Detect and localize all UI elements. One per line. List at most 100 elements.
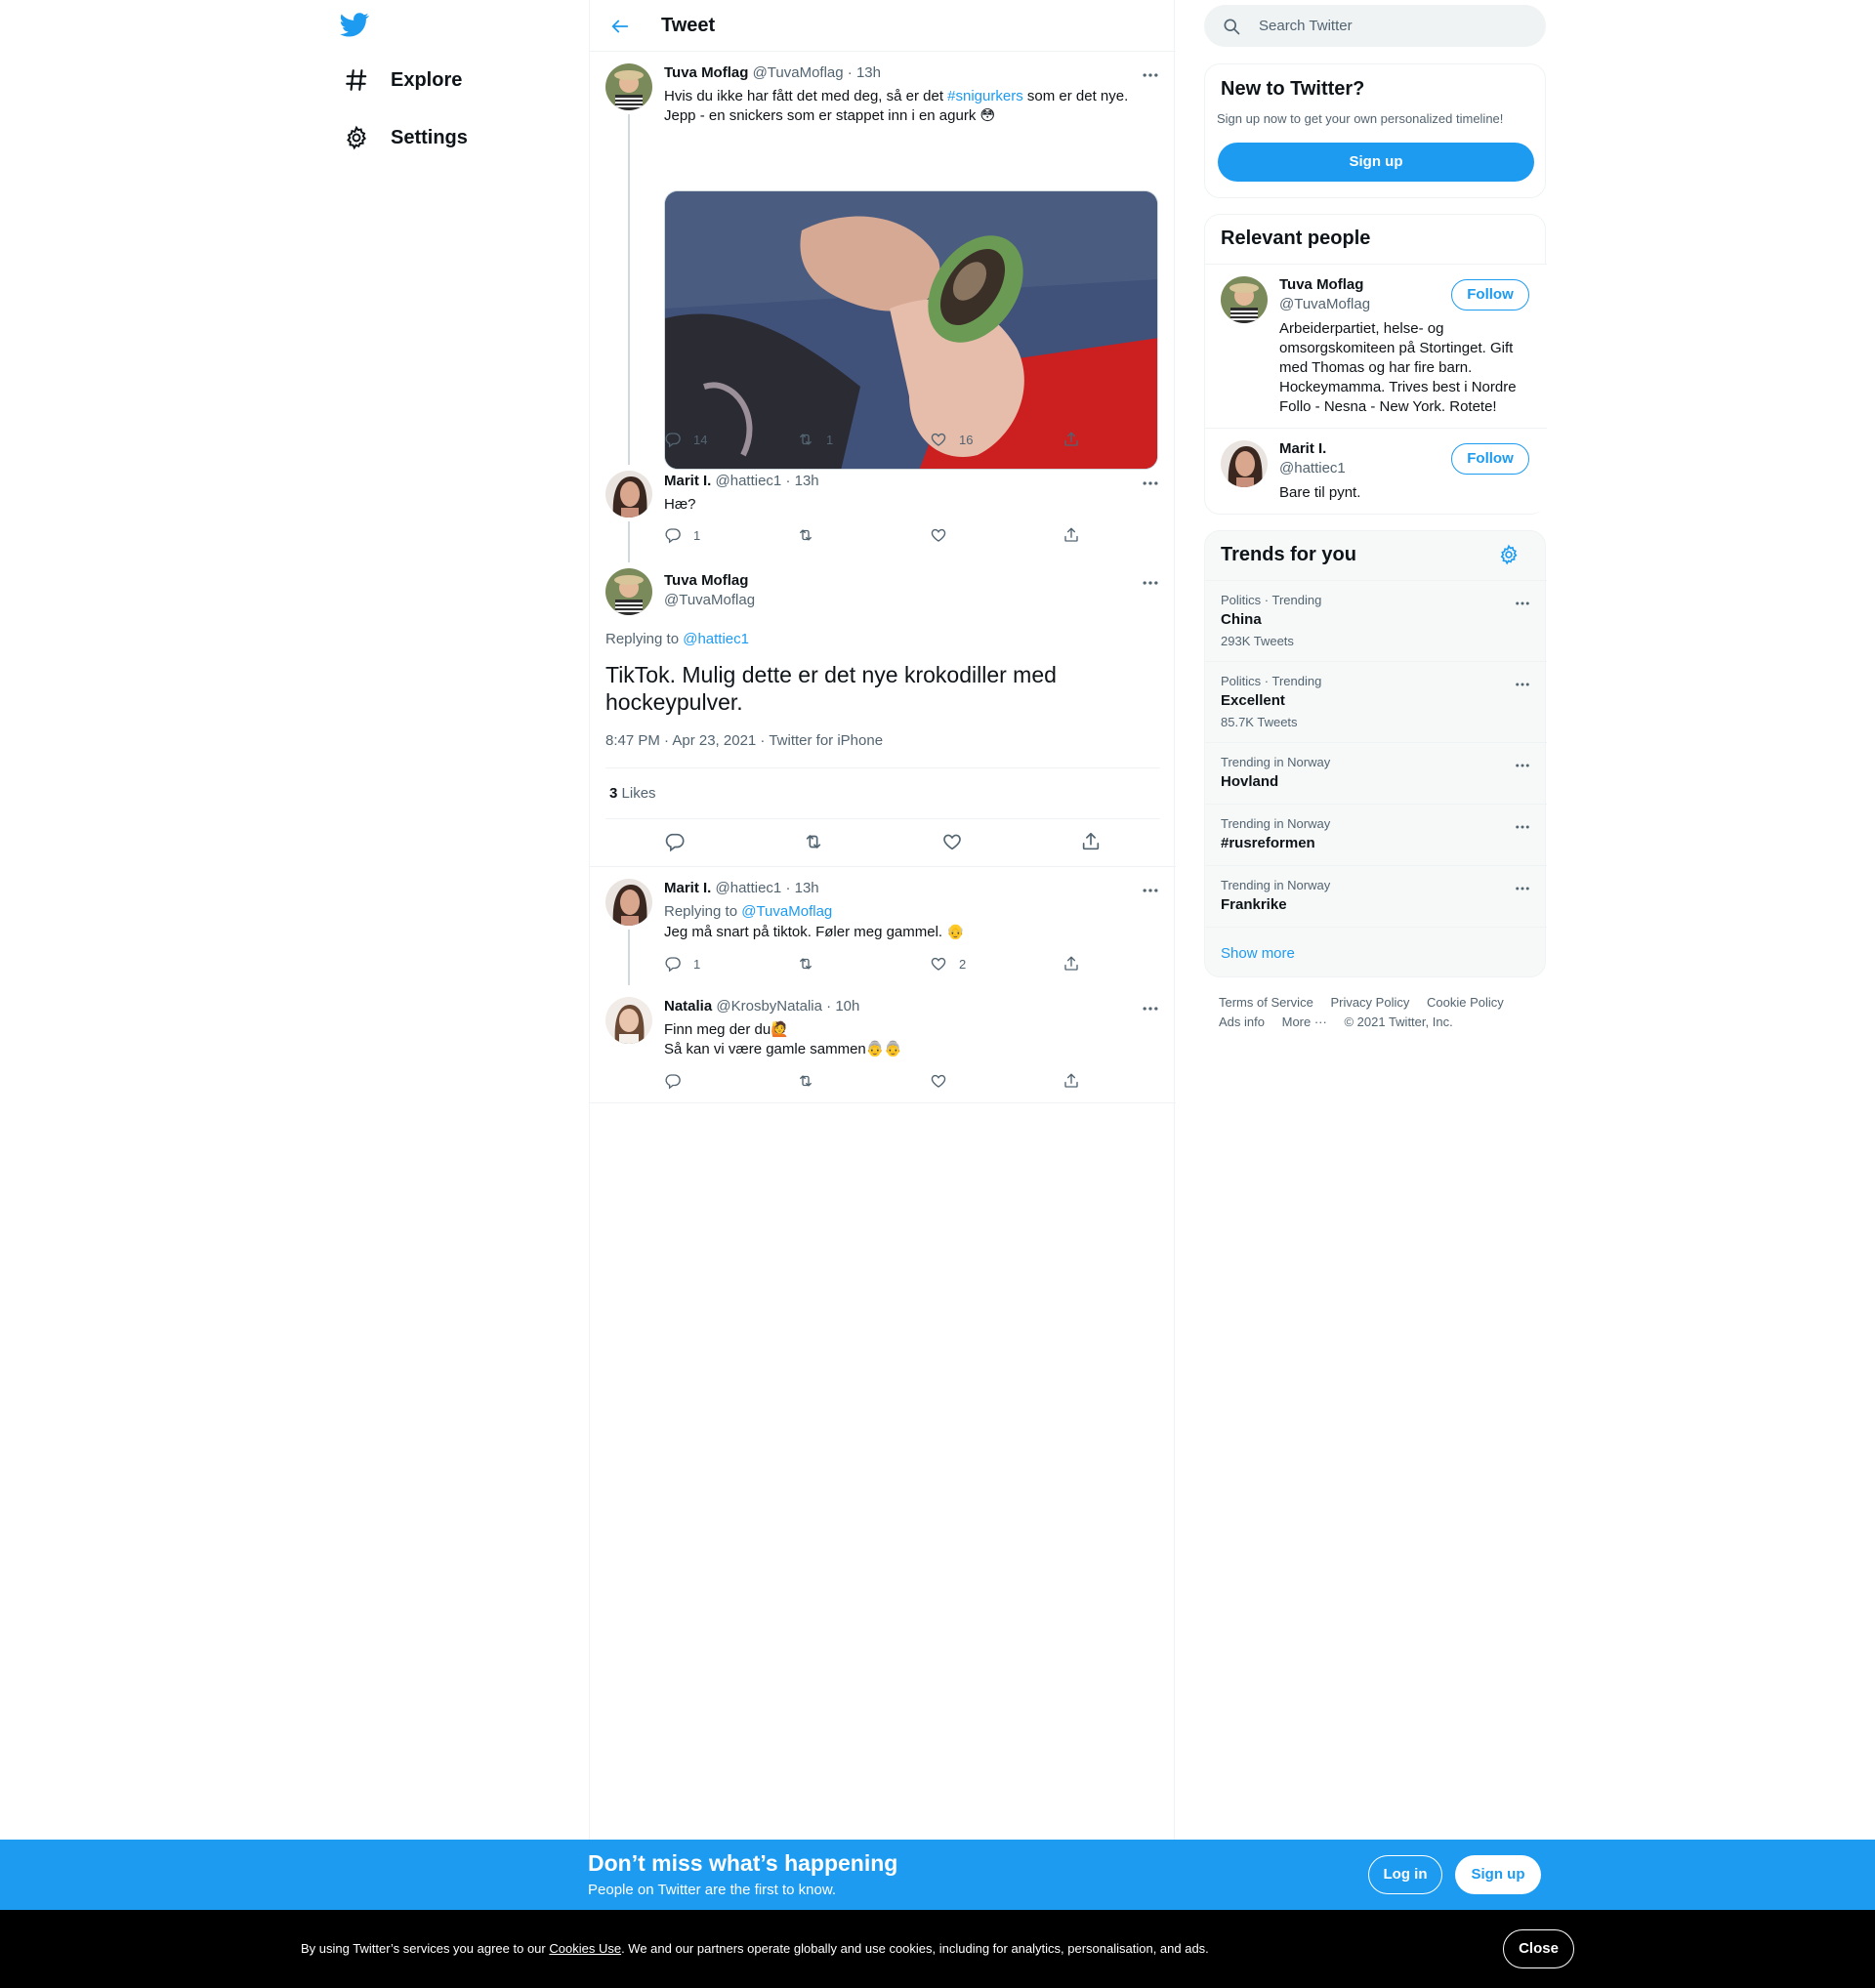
search-input[interactable]: Search Twitter [1204,5,1546,47]
more-options-icon[interactable] [1141,881,1160,900]
avatar[interactable] [1221,440,1268,487]
more-options-icon[interactable] [1141,474,1160,493]
avatar[interactable] [605,879,652,926]
reply-button[interactable]: 1 [664,955,700,973]
tweet-header: Marit I. @hattiec1 · 13h [664,473,819,489]
person-handle[interactable]: @hattiec1 [1279,460,1346,476]
person-row[interactable]: Tuva Moflag @TuvaMoflag Follow Arbeiderp… [1205,264,1547,428]
tweet-media-image[interactable] [664,190,1158,470]
avatar[interactable] [605,568,652,615]
author-name[interactable]: Tuva Moflag [664,64,748,81]
back-arrow-icon[interactable] [609,16,631,37]
more-options-icon[interactable] [1141,65,1160,85]
retweet-button[interactable] [797,955,826,973]
cookie-text-part: By using Twitter’s services you agree to… [301,1941,550,1956]
nav-explore[interactable]: Explore [344,56,462,104]
reply-tweet[interactable]: Marit I. @hattiec1 · 13h Replying to @Tu… [590,867,1176,985]
author-handle[interactable]: @hattiec1 [716,880,782,896]
thread-tweet[interactable]: Tuva Moflag @TuvaMoflag · 13h Hvis du ik… [590,52,1176,470]
avatar[interactable] [605,63,652,110]
close-button[interactable]: Close [1503,1929,1574,1968]
footer-link-more[interactable]: More ··· [1282,1015,1327,1029]
replying-handle-link[interactable]: @hattiec1 [683,631,749,647]
trend-item[interactable]: Politics · Trending China 293K Tweets [1205,580,1547,661]
cookies-use-link[interactable]: Cookies Use [549,1941,621,1956]
footer-link[interactable]: Cookie Policy [1427,995,1504,1010]
tweet-text: Finn meg der du🙋 Så kan vi være gamle sa… [664,1020,1152,1059]
tweet-time[interactable]: · 13h [848,64,881,81]
like-button[interactable] [941,831,963,852]
retweet-button[interactable] [797,526,826,544]
footer-link[interactable]: Privacy Policy [1330,995,1409,1010]
follow-button[interactable]: Follow [1451,279,1529,311]
more-options-icon[interactable] [1514,757,1531,774]
author-name[interactable]: Natalia [664,998,712,1015]
share-button[interactable] [1062,1072,1092,1090]
trend-item[interactable]: Trending in Norway Hovland [1205,742,1547,804]
author-handle[interactable]: @TuvaMoflag [753,64,844,81]
author-handle[interactable]: @TuvaMoflag [664,592,755,608]
person-bio: Arbeiderpartiet, helse- og omsorgskomite… [1279,320,1517,415]
person-row[interactable]: Marit I. @hattiec1 Follow Bare til pynt. [1205,428,1547,514]
author-name[interactable]: Marit I. [664,880,711,896]
show-more-link[interactable]: Show more [1221,945,1295,962]
share-button[interactable] [1062,526,1092,544]
avatar[interactable] [1221,276,1268,323]
person-handle[interactable]: @TuvaMoflag [1279,296,1370,312]
person-name[interactable]: Tuva Moflag [1279,276,1363,293]
trends-settings-gear-icon[interactable] [1498,544,1520,565]
footer-link[interactable]: Terms of Service [1219,995,1313,1010]
tweet-time[interactable]: · 13h [785,880,818,896]
reply-button[interactable]: 14 [664,431,707,448]
reply-button[interactable] [664,831,686,852]
person-name[interactable]: Marit I. [1279,440,1326,457]
replying-label: Replying to [605,631,684,647]
more-options-icon[interactable] [1141,573,1160,593]
twitter-logo-icon[interactable] [340,10,369,39]
share-button[interactable] [1080,831,1102,852]
like-button[interactable]: 16 [930,431,973,448]
avatar[interactable] [605,997,652,1044]
author-name[interactable]: Marit I. [664,473,711,489]
share-button[interactable] [1062,955,1092,973]
replying-to: Replying to @hattiec1 [605,631,749,647]
tweet-text: Hvis du ikke har fått det med deg, så er… [664,87,1152,126]
retweet-button[interactable]: 1 [797,431,833,448]
author-handle[interactable]: @KrosbyNatalia [716,998,822,1015]
thread-tweet[interactable]: Marit I. @hattiec1 · 13h Hæ? 1 [590,455,1176,562]
trend-item[interactable]: Trending in Norway #rusreformen [1205,804,1547,865]
more-options-icon[interactable] [1514,880,1531,897]
replying-handle-link[interactable]: @TuvaMoflag [741,903,832,920]
tweet-time[interactable]: · 13h [785,473,818,489]
footer-links: Terms of Service Privacy Policy Cookie P… [1219,995,1518,1010]
like-button[interactable] [930,1072,959,1090]
reply-button[interactable] [664,1072,693,1090]
likes-stat[interactable]: 3 Likes [609,785,656,802]
trend-item[interactable]: Trending in Norway Frankrike [1205,865,1547,927]
avatar[interactable] [605,471,652,518]
author-handle[interactable]: @hattiec1 [716,473,782,489]
signup-button[interactable]: Sign up [1218,143,1534,182]
retweet-button[interactable] [797,1072,826,1090]
retweet-button[interactable] [803,831,824,852]
follow-button[interactable]: Follow [1451,443,1529,475]
signup-button[interactable]: Sign up [1455,1855,1541,1894]
like-button[interactable]: 2 [930,955,966,973]
more-options-icon[interactable] [1141,999,1160,1018]
reply-button[interactable]: 1 [664,526,700,544]
author-name[interactable]: Tuva Moflag [664,572,748,589]
show-more-row[interactable]: Show more [1205,927,1547,977]
login-button[interactable]: Log in [1368,1855,1442,1894]
reply-tweet[interactable]: Natalia @KrosbyNatalia · 10h Finn meg de… [590,985,1176,1103]
share-button[interactable] [1062,431,1092,448]
tweet-time[interactable]: · 10h [826,998,859,1015]
nav-settings[interactable]: Settings [344,113,468,162]
hashtag-link[interactable]: #snigurkers [947,88,1023,104]
trend-item[interactable]: Politics · Trending Excellent 85.7K Twee… [1205,661,1547,742]
tweet-meta[interactable]: 8:47 PM · Apr 23, 2021 · Twitter for iPh… [605,732,883,749]
more-options-icon[interactable] [1514,676,1531,693]
more-options-icon[interactable] [1514,595,1531,612]
footer-link[interactable]: Ads info [1219,1015,1265,1029]
like-button[interactable] [930,526,959,544]
more-options-icon[interactable] [1514,818,1531,836]
